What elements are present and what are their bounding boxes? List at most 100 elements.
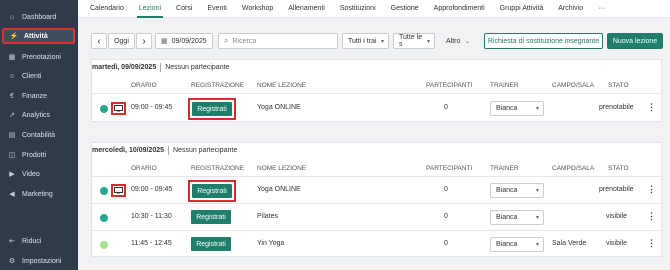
sidebar-item-label: Clienti (22, 72, 42, 80)
tab-corsi[interactable]: Corsi (176, 0, 192, 18)
trainer-select[interactable]: Bianca ▾ (490, 101, 544, 116)
tab-lezioni[interactable]: Lezioni (136, 0, 164, 18)
status-dot (100, 105, 108, 113)
day-date: martedì, 09/09/2025 (92, 63, 157, 71)
status-dot (100, 187, 108, 195)
tab-gestione[interactable]: Gestione (391, 0, 419, 18)
date-picker[interactable]: ▦ 09/09/2025 (155, 33, 213, 49)
more-options-icon[interactable]: ⋮ (647, 238, 656, 249)
more-options-icon[interactable]: ⋮ (647, 211, 656, 222)
tab-allenamenti[interactable]: Allenamenti (288, 0, 325, 18)
more-options-icon[interactable]: ⋮ (647, 102, 656, 113)
status-dot (100, 241, 108, 249)
table-row[interactable]: 09:00 - 09:45 Registrati Yoga ONLINE 0 B… (92, 93, 663, 123)
register-button[interactable]: Registrati (192, 102, 232, 116)
room-filter-select[interactable]: Tutte le s ▾ (393, 33, 435, 49)
top-tabs: Calendario Lezioni Corsi Eventi Workshop… (78, 0, 670, 18)
search-box: ⌕ (218, 33, 338, 49)
sidebar-item-attivita[interactable]: ⚡ Attività (2, 28, 75, 44)
trainer-select[interactable]: Bianca ▾ (490, 237, 544, 252)
sidebar: ⌂ Dashboard ⚡ Attività ▦ Prenotazioni ☺ … (0, 0, 78, 270)
sidebar-item-prenotazioni[interactable]: ▦ Prenotazioni (2, 49, 75, 65)
register-button[interactable]: Registrati (192, 184, 232, 198)
sidebar-item-label: Dashboard (22, 13, 57, 21)
room-filter-value: Tutte le s (399, 34, 423, 48)
trainer-value: Bianca (496, 214, 518, 221)
register-button[interactable]: Registrati (191, 210, 231, 224)
table-row[interactable]: 11:45 - 12:45 Registrati Yin Yoga 0 Bian… (92, 230, 663, 257)
chevron-down-icon: ⌄ (464, 38, 470, 45)
tab-calendario[interactable]: Calendario (90, 0, 124, 18)
search-input[interactable] (232, 37, 329, 45)
next-day-button[interactable]: › (136, 33, 152, 49)
col-partecipanti: PARTECIPANTI (426, 82, 473, 89)
megaphone-icon: ◀ (9, 191, 15, 198)
col-nome-lezione: NOME LEZIONE (257, 165, 307, 172)
monitor-icon (111, 102, 126, 115)
register-button[interactable]: Registrati (191, 237, 231, 251)
tab-archivio[interactable]: Archivio (558, 0, 583, 18)
col-trainer: TRAINER (490, 165, 519, 172)
lesson-time: 09:00 - 09:45 (131, 104, 173, 111)
chevron-down-icon: ▾ (535, 242, 539, 248)
sidebar-item-label: Video (22, 170, 40, 178)
tab-workshop[interactable]: Workshop (242, 0, 273, 18)
day-panel: martedì, 09/09/2025 Nessun partecipante … (91, 59, 663, 123)
sidebar-item-clienti[interactable]: ☺ Clienti (2, 68, 75, 84)
col-campo-sala: CAMPO/SALA (552, 165, 595, 172)
home-icon: ⌂ (9, 13, 15, 21)
tab-more[interactable]: ··· (598, 0, 605, 18)
sidebar-item-dashboard[interactable]: ⌂ Dashboard (2, 9, 75, 25)
lesson-name: Pilates (257, 213, 279, 220)
sidebar-item-contabilita[interactable]: ▤ Contabilità (2, 127, 75, 143)
tab-gruppi-attivita[interactable]: Gruppi Attività (500, 0, 544, 18)
trainer-filter-value: Tutti i trai (348, 37, 377, 45)
sidebar-item-label: Contabilità (22, 131, 56, 139)
sidebar-item-label: Attività (24, 32, 48, 40)
sidebar-item-marketing[interactable]: ◀ Marketing (2, 186, 75, 202)
table-row[interactable]: 09:00 - 09:45 Registrati Yoga ONLINE 0 B… (92, 176, 663, 203)
col-stato: STATO (608, 82, 629, 89)
more-options-icon[interactable]: ⋮ (647, 184, 656, 195)
chevron-down-icon: ▾ (535, 106, 539, 112)
col-registrazione: REGISTRAZIONE (191, 82, 245, 89)
more-filters-button[interactable]: Altro ⌄ (441, 33, 474, 49)
tab-eventi[interactable]: Eventi (207, 0, 226, 18)
col-registrazione: REGISTRAZIONE (191, 165, 245, 172)
tab-sostituzioni[interactable]: Sostituzioni (340, 0, 376, 18)
tab-approfondimenti[interactable]: Approfondimenti (434, 0, 485, 18)
lesson-time: 10:30 - 11:30 (131, 213, 172, 220)
trainer-value: Bianca (496, 241, 518, 248)
sidebar-item-video[interactable]: ▶ Video (2, 166, 75, 182)
sidebar-item-label: Prodotti (22, 151, 47, 159)
register-highlight: Registrati (188, 98, 236, 120)
prev-day-button[interactable]: ‹ (91, 33, 107, 49)
table-row[interactable]: 10:30 - 11:30 Registrati Pilates 0 Bianc… (92, 203, 663, 230)
day-header: martedì, 09/09/2025 Nessun partecipante (92, 60, 663, 74)
trainer-select[interactable]: Bianca ▾ (490, 183, 544, 198)
trainer-select[interactable]: Bianca ▾ (490, 210, 544, 225)
user-icon: ☺ (8, 72, 16, 80)
calendar-icon: ▦ (161, 38, 168, 45)
sidebar-item-analytics[interactable]: ↗ Analytics (2, 107, 75, 123)
new-lesson-button[interactable]: Nuova lezione (607, 33, 663, 49)
date-value: 09/09/2025 (171, 37, 207, 45)
euro-icon: € (10, 92, 14, 100)
col-trainer: TRAINER (490, 82, 519, 89)
participants-note: Nessun partecipante (173, 146, 238, 154)
substitution-request-button[interactable]: Richiesta di sostituzione insegnante (484, 33, 603, 49)
participants-count: 0 (444, 104, 448, 111)
sidebar-item-label: Prenotazioni (22, 53, 61, 61)
today-button[interactable]: Oggi (108, 33, 135, 49)
trainer-filter-select[interactable]: Tutti i trai ▾ (342, 33, 389, 49)
chevron-left-icon: ‹ (97, 35, 101, 47)
chevron-down-icon: ▾ (535, 188, 539, 194)
col-orario: ORARIO (131, 165, 157, 172)
sidebar-item-label: Finanze (22, 92, 47, 100)
gear-icon: ⚙ (8, 258, 16, 265)
sidebar-item-finanze[interactable]: € Finanze (2, 88, 75, 104)
sidebar-item-prodotti[interactable]: ◫ Prodotti (2, 147, 75, 163)
participants-count: 0 (444, 186, 448, 193)
sidebar-item-riduci[interactable]: ⇤ Riduci (2, 233, 75, 249)
sidebar-item-impostazioni[interactable]: ⚙ Impostazioni (2, 253, 75, 269)
